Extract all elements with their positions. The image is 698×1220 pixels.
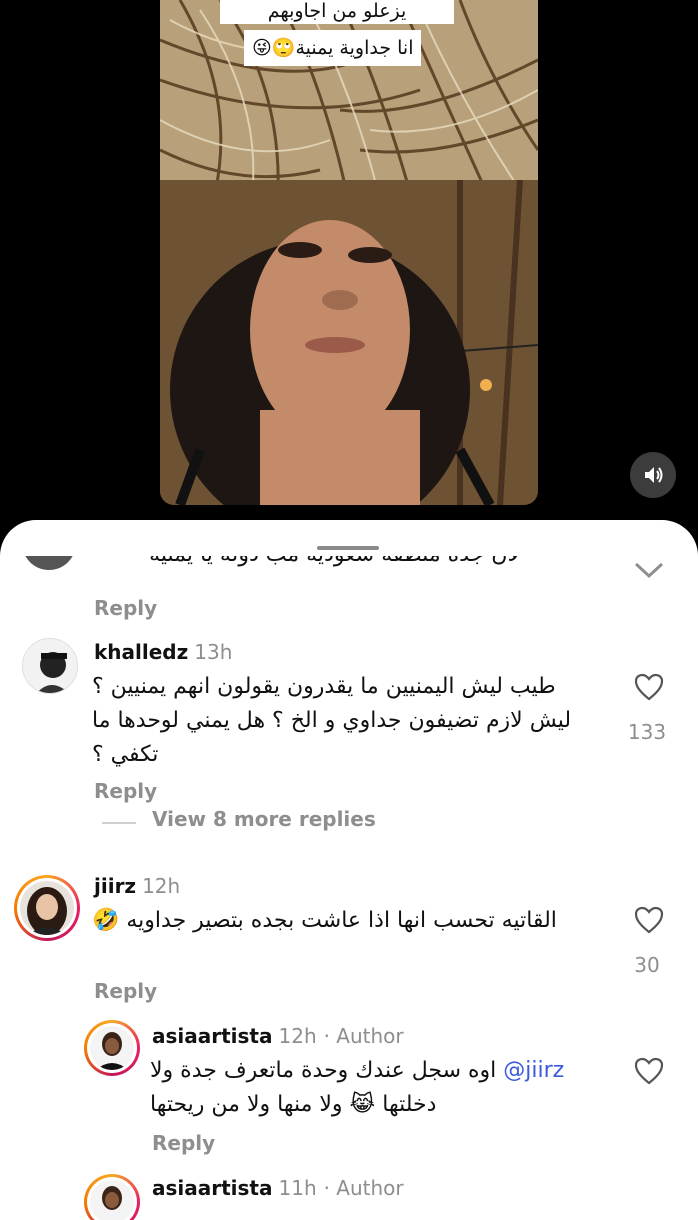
drag-handle[interactable] xyxy=(317,546,379,550)
speaker-icon xyxy=(645,467,663,483)
username[interactable]: jiirz xyxy=(94,874,136,898)
username[interactable]: asiaartista xyxy=(152,1024,273,1048)
reply-button[interactable]: Reply xyxy=(152,1131,215,1155)
avatar[interactable] xyxy=(84,1020,140,1076)
like-count: 133 xyxy=(627,720,667,744)
author-badge: · Author xyxy=(323,1024,404,1048)
like-count: 30 xyxy=(634,953,660,977)
comment-time: 13h xyxy=(194,640,233,664)
comment-username[interactable]: jiirz 12h xyxy=(94,874,180,898)
author-badge: · Author xyxy=(323,1176,404,1200)
chevron-down-icon[interactable] xyxy=(633,560,665,580)
avatar-image xyxy=(20,881,74,935)
avatar[interactable] xyxy=(22,638,78,694)
comment-username[interactable]: asiaartista 11h · Author xyxy=(152,1176,404,1200)
reply-button[interactable]: Reply xyxy=(94,779,157,803)
comment-username[interactable]: khalledz 13h xyxy=(94,640,232,664)
comment-text-body: اوه سجل عندك وحدة ماتعرف جدة ولا دخلتها … xyxy=(150,1058,497,1117)
avatar-image xyxy=(90,1180,134,1220)
clipped-comment: لان جده منطقة سعودية مب دولة يا يمنية xyxy=(0,556,698,576)
reply-button[interactable]: Reply xyxy=(94,979,157,1003)
video-preview[interactable]: يزعلو من اجاوبهم انا جداوية يمنية🙄😜 xyxy=(160,0,538,505)
comment-text: طيب ليش اليمنيين ما يقدرون يقولون انهم ي… xyxy=(92,674,572,767)
heart-outline-icon[interactable] xyxy=(634,673,664,701)
caption-top: يزعلو من اجاوبهم xyxy=(220,0,454,24)
divider xyxy=(102,822,136,824)
heart-outline-icon[interactable] xyxy=(634,1057,664,1085)
heart-outline-icon[interactable] xyxy=(634,906,664,934)
reply-button[interactable]: Reply xyxy=(94,596,157,620)
comments-sheet[interactable]: لان جده منطقة سعودية مب دولة يا يمنية Re… xyxy=(0,520,698,1220)
avatar xyxy=(22,556,76,570)
mention-link[interactable]: @jiirz xyxy=(503,1058,564,1083)
comment-time: 12h xyxy=(278,1024,317,1048)
username[interactable]: khalledz xyxy=(94,640,188,664)
avatar-image xyxy=(90,1026,134,1070)
comment-username[interactable]: asiaartista 12h · Author xyxy=(152,1024,404,1048)
comment-text: @jiirz اوه سجل عندك وحدة ماتعرف جدة ولا … xyxy=(150,1054,595,1122)
person-image xyxy=(160,180,538,505)
avatar-image xyxy=(23,639,77,693)
avatar[interactable] xyxy=(14,875,80,941)
view-more-replies-button[interactable]: View 8 more replies xyxy=(152,807,376,831)
mute-button[interactable] xyxy=(630,452,676,498)
avatar[interactable] xyxy=(84,1174,140,1220)
comment-time: 12h xyxy=(142,874,181,898)
comment-text: لان جده منطقة سعودية مب دولة يا يمنية xyxy=(149,556,520,567)
comment-text: القاتيه تحسب انها اذا عاشت بجده بتصير جد… xyxy=(92,908,557,933)
caption-main: انا جداوية يمنية🙄😜 xyxy=(244,30,422,66)
comment-time: 11h xyxy=(278,1176,317,1200)
username[interactable]: asiaartista xyxy=(152,1176,273,1200)
